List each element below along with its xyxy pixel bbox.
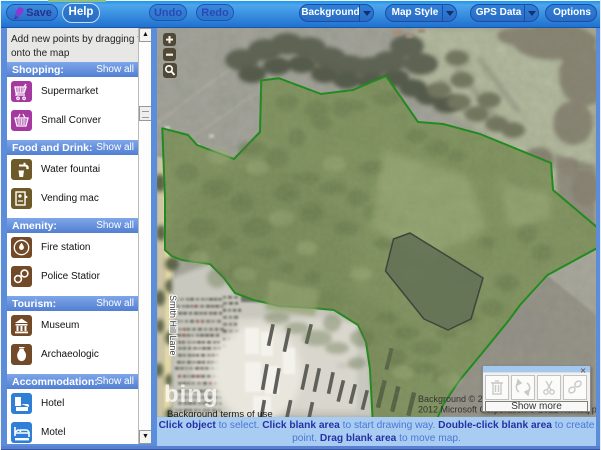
svg-text:Smith Hill Lane: Smith Hill Lane: [168, 295, 178, 356]
svg-text:bing: bing: [164, 381, 219, 408]
svg-text:Background terms of use: Background terms of use: [167, 409, 273, 417]
